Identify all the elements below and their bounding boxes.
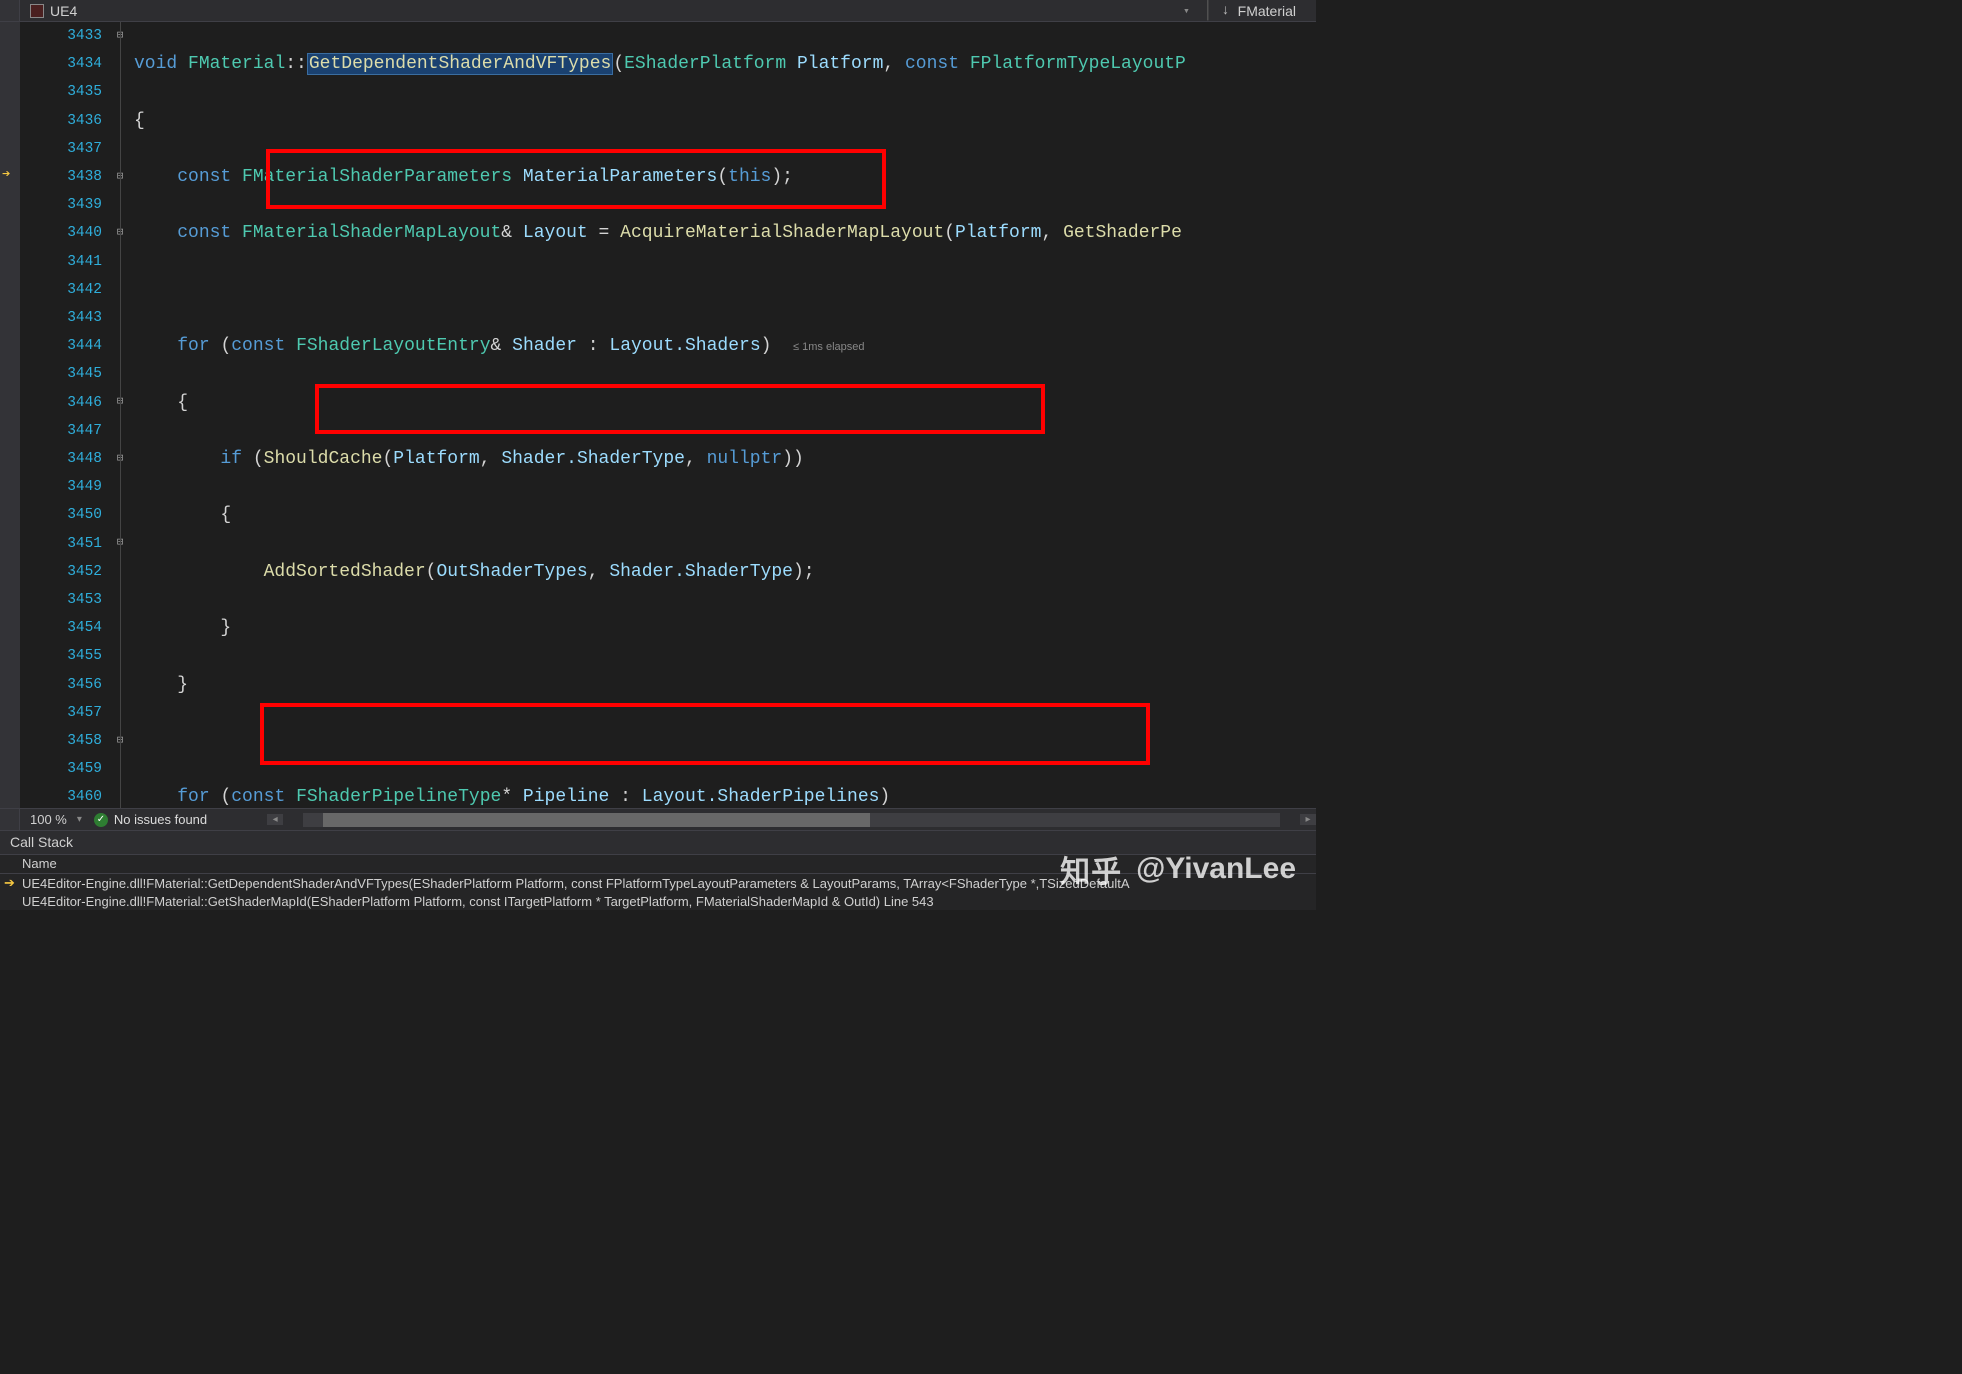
scroll-left-icon[interactable]: ◂ xyxy=(267,814,283,825)
callstack-row[interactable]: ➔ UE4Editor-Engine.dll!FMaterial::GetDep… xyxy=(0,874,1316,892)
tab-bar: UE4 ▾ │ ↓ FMaterial xyxy=(0,0,1316,22)
callstack-column-name[interactable]: Name xyxy=(0,854,1316,874)
scrollbar-thumb[interactable] xyxy=(323,813,870,827)
fold-column[interactable]: ⊟ ⊟ ⊟ ⊟ ⊟ ⊟ ⊟ xyxy=(110,22,130,808)
nav-dropdown-icon[interactable]: ▾ xyxy=(1178,4,1194,18)
horizontal-scrollbar[interactable] xyxy=(303,813,1280,827)
file-tab[interactable]: UE4 xyxy=(20,0,87,21)
current-frame-arrow-icon: ➔ xyxy=(4,875,22,891)
code-content[interactable]: void FMaterial::GetDependentShaderAndVFT… xyxy=(130,22,1316,808)
zoom-dropdown-icon[interactable]: ▾ xyxy=(77,814,94,825)
zoom-level[interactable]: 100 % xyxy=(20,812,77,827)
scroll-right-icon[interactable]: ▸ xyxy=(1300,814,1316,825)
callstack-panel-header[interactable]: Call Stack xyxy=(0,830,1316,854)
status-bar: 100 % ▾ ✓ No issues found ◂ ▸ xyxy=(0,808,1316,830)
left-margin xyxy=(0,0,20,21)
current-line-arrow-icon: ➔ xyxy=(2,166,10,183)
code-editor: ➔ 34333434343534363437 34383439344034413… xyxy=(0,22,1316,808)
callstack-row[interactable]: UE4Editor-Engine.dll!FMaterial::GetShade… xyxy=(0,892,1316,910)
perf-elapsed: ≤ 1ms elapsed xyxy=(793,341,864,353)
ue-icon xyxy=(30,4,44,18)
nav-symbol[interactable]: FMaterial xyxy=(1238,3,1296,19)
callstack-body: ➔ UE4Editor-Engine.dll!FMaterial::GetDep… xyxy=(0,874,1316,910)
issues-label[interactable]: No issues found xyxy=(114,812,207,827)
line-number-gutter[interactable]: 34333434343534363437 3438343934403441344… xyxy=(20,22,110,808)
tab-title: UE4 xyxy=(50,3,77,19)
breakpoint-margin[interactable]: ➔ xyxy=(0,22,20,808)
check-icon: ✓ xyxy=(94,813,108,827)
selected-function: GetDependentShaderAndVFTypes xyxy=(307,53,613,75)
down-arrow-icon[interactable]: ↓ xyxy=(1221,3,1229,19)
